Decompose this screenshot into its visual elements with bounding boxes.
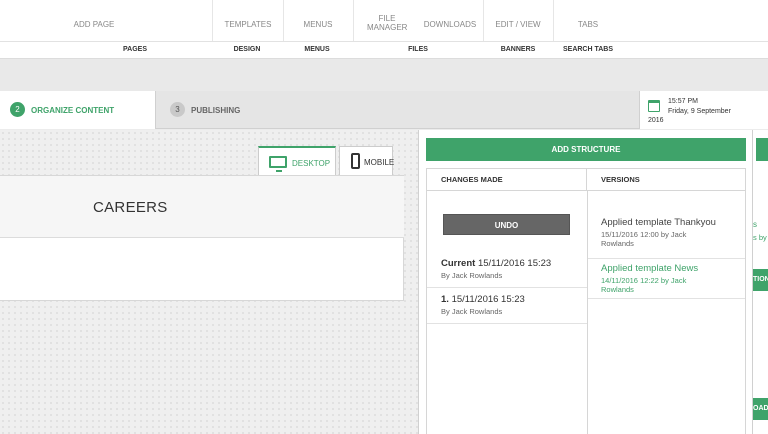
- changes-made-header: CHANGES MADE: [427, 169, 587, 191]
- phone-icon: [351, 153, 360, 169]
- versions-header: VERSIONS: [587, 169, 745, 191]
- side-panel-action-button[interactable]: TION: [753, 269, 768, 291]
- side-panel-text: s: [753, 220, 757, 229]
- edit-view-button[interactable]: EDIT / VIEW: [484, 0, 552, 41]
- page-icon: [83, 0, 105, 6]
- tab-mobile[interactable]: MOBILE: [339, 146, 395, 176]
- calendar-icon: [648, 100, 660, 112]
- tab-desktop[interactable]: DESKTOP: [258, 146, 336, 176]
- step-publishing[interactable]: 3 PUBLISHING: [156, 91, 366, 129]
- download-icon: [439, 0, 461, 6]
- toolbar-spacer: [0, 59, 768, 91]
- date-text: Friday, 9 September: [668, 108, 731, 115]
- change-item[interactable]: Current 15/11/2016 15:23 By Jack Rowland…: [427, 252, 587, 288]
- version-meta: 15/11/2016 12:00 by Jack Rowlands: [601, 230, 687, 248]
- file-manager-button[interactable]: FILE MANAGER: [354, 0, 420, 41]
- templates-label: TEMPLATES: [224, 20, 272, 29]
- group-design: DESIGN: [233, 46, 261, 53]
- monitor-icon: [269, 156, 287, 172]
- side-panel-clipped: s s by TION OAD: [752, 130, 768, 434]
- add-page-button[interactable]: ADD PAGE: [62, 0, 126, 41]
- time-text: 15:57 PM: [668, 98, 698, 105]
- change-prefix: 1.: [441, 294, 449, 305]
- ribbon-toolbar: ADD PAGE TEMPLATES MENUS FILE MANAGER DO…: [0, 0, 768, 42]
- change-item[interactable]: 1. 15/11/2016 15:23 By Jack Rowlands: [427, 288, 587, 324]
- group-menus: MENUS: [304, 46, 330, 53]
- side-panel-text: s by: [753, 233, 767, 242]
- tabs-icon: [577, 0, 599, 6]
- menus-button[interactable]: MENUS: [284, 0, 352, 41]
- history-panel: ADD STRUCTURE CHANGES MADE VERSIONS UNDO…: [418, 130, 752, 434]
- edit-view-label: EDIT / VIEW: [495, 20, 541, 29]
- group-pages: PAGES: [123, 46, 147, 53]
- step-organize-content[interactable]: 2 ORGANIZE CONTENT: [0, 91, 156, 129]
- tabs-button[interactable]: TABS: [554, 0, 622, 41]
- change-date: 15/11/2016 15:23: [477, 258, 552, 269]
- downloads-label: DOWNLOADS: [423, 20, 477, 29]
- ribbon-groups: PAGES DESIGN MENUS FILES BANNERS SEARCH …: [0, 42, 768, 59]
- group-search-tabs: SEARCH TABS: [562, 46, 614, 53]
- side-panel-load-button[interactable]: OAD: [753, 398, 768, 420]
- step-number: 2: [10, 102, 25, 117]
- templates-button[interactable]: TEMPLATES: [214, 0, 282, 41]
- change-author: By Jack Rowlands: [441, 307, 503, 316]
- downloads-button[interactable]: DOWNLOADS: [420, 0, 480, 41]
- steps-bar: 2 ORGANIZE CONTENT 3 PUBLISHING 15:57 PM…: [0, 91, 768, 129]
- undo-button[interactable]: UNDO: [443, 214, 570, 235]
- group-banners: BANNERS: [500, 46, 536, 53]
- version-title: Applied template Thankyou: [601, 217, 716, 228]
- step-label: ORGANIZE CONTENT: [31, 106, 115, 115]
- change-date: 15/11/2016 15:23: [451, 294, 525, 305]
- tabs-label: TABS: [577, 20, 599, 29]
- page-title: CAREERS: [93, 199, 168, 216]
- tab-desktop-label: DESKTOP: [292, 159, 331, 168]
- year-text: 2016: [648, 117, 664, 124]
- view-tabs: DESKTOP MOBILE: [0, 144, 404, 176]
- change-author: By Jack Rowlands: [441, 271, 503, 280]
- version-meta: 14/11/2016 12:22 by Jack Rowlands: [601, 276, 687, 294]
- menus-label: MENUS: [303, 20, 333, 29]
- step-label: PUBLISHING: [191, 106, 241, 115]
- side-panel-button[interactable]: [756, 138, 768, 161]
- group-files: FILES: [408, 46, 428, 53]
- templates-icon: [237, 0, 259, 6]
- banner-icon: [507, 0, 529, 6]
- history-columns: CHANGES MADE VERSIONS UNDO Current 15/11…: [426, 168, 746, 434]
- folder-icon: [376, 0, 398, 6]
- version-title: Applied template News: [601, 263, 699, 274]
- add-page-label: ADD PAGE: [73, 20, 115, 29]
- menus-icon: [307, 0, 329, 6]
- file-manager-label: FILE MANAGER: [367, 14, 408, 32]
- datetime-display: 15:57 PM Friday, 9 September 2016: [639, 91, 768, 129]
- add-structure-button[interactable]: ADD STRUCTURE: [426, 138, 746, 161]
- version-item[interactable]: Applied template Thankyou 15/11/2016 12:…: [588, 211, 745, 259]
- page-preview[interactable]: CAREERS: [0, 175, 404, 301]
- change-prefix: Current: [441, 258, 476, 269]
- version-item-active[interactable]: Applied template News 14/11/2016 12:22 b…: [588, 257, 745, 299]
- step-number: 3: [170, 102, 185, 117]
- page-title-block[interactable]: CAREERS: [0, 176, 404, 238]
- tab-mobile-label: MOBILE: [364, 158, 395, 167]
